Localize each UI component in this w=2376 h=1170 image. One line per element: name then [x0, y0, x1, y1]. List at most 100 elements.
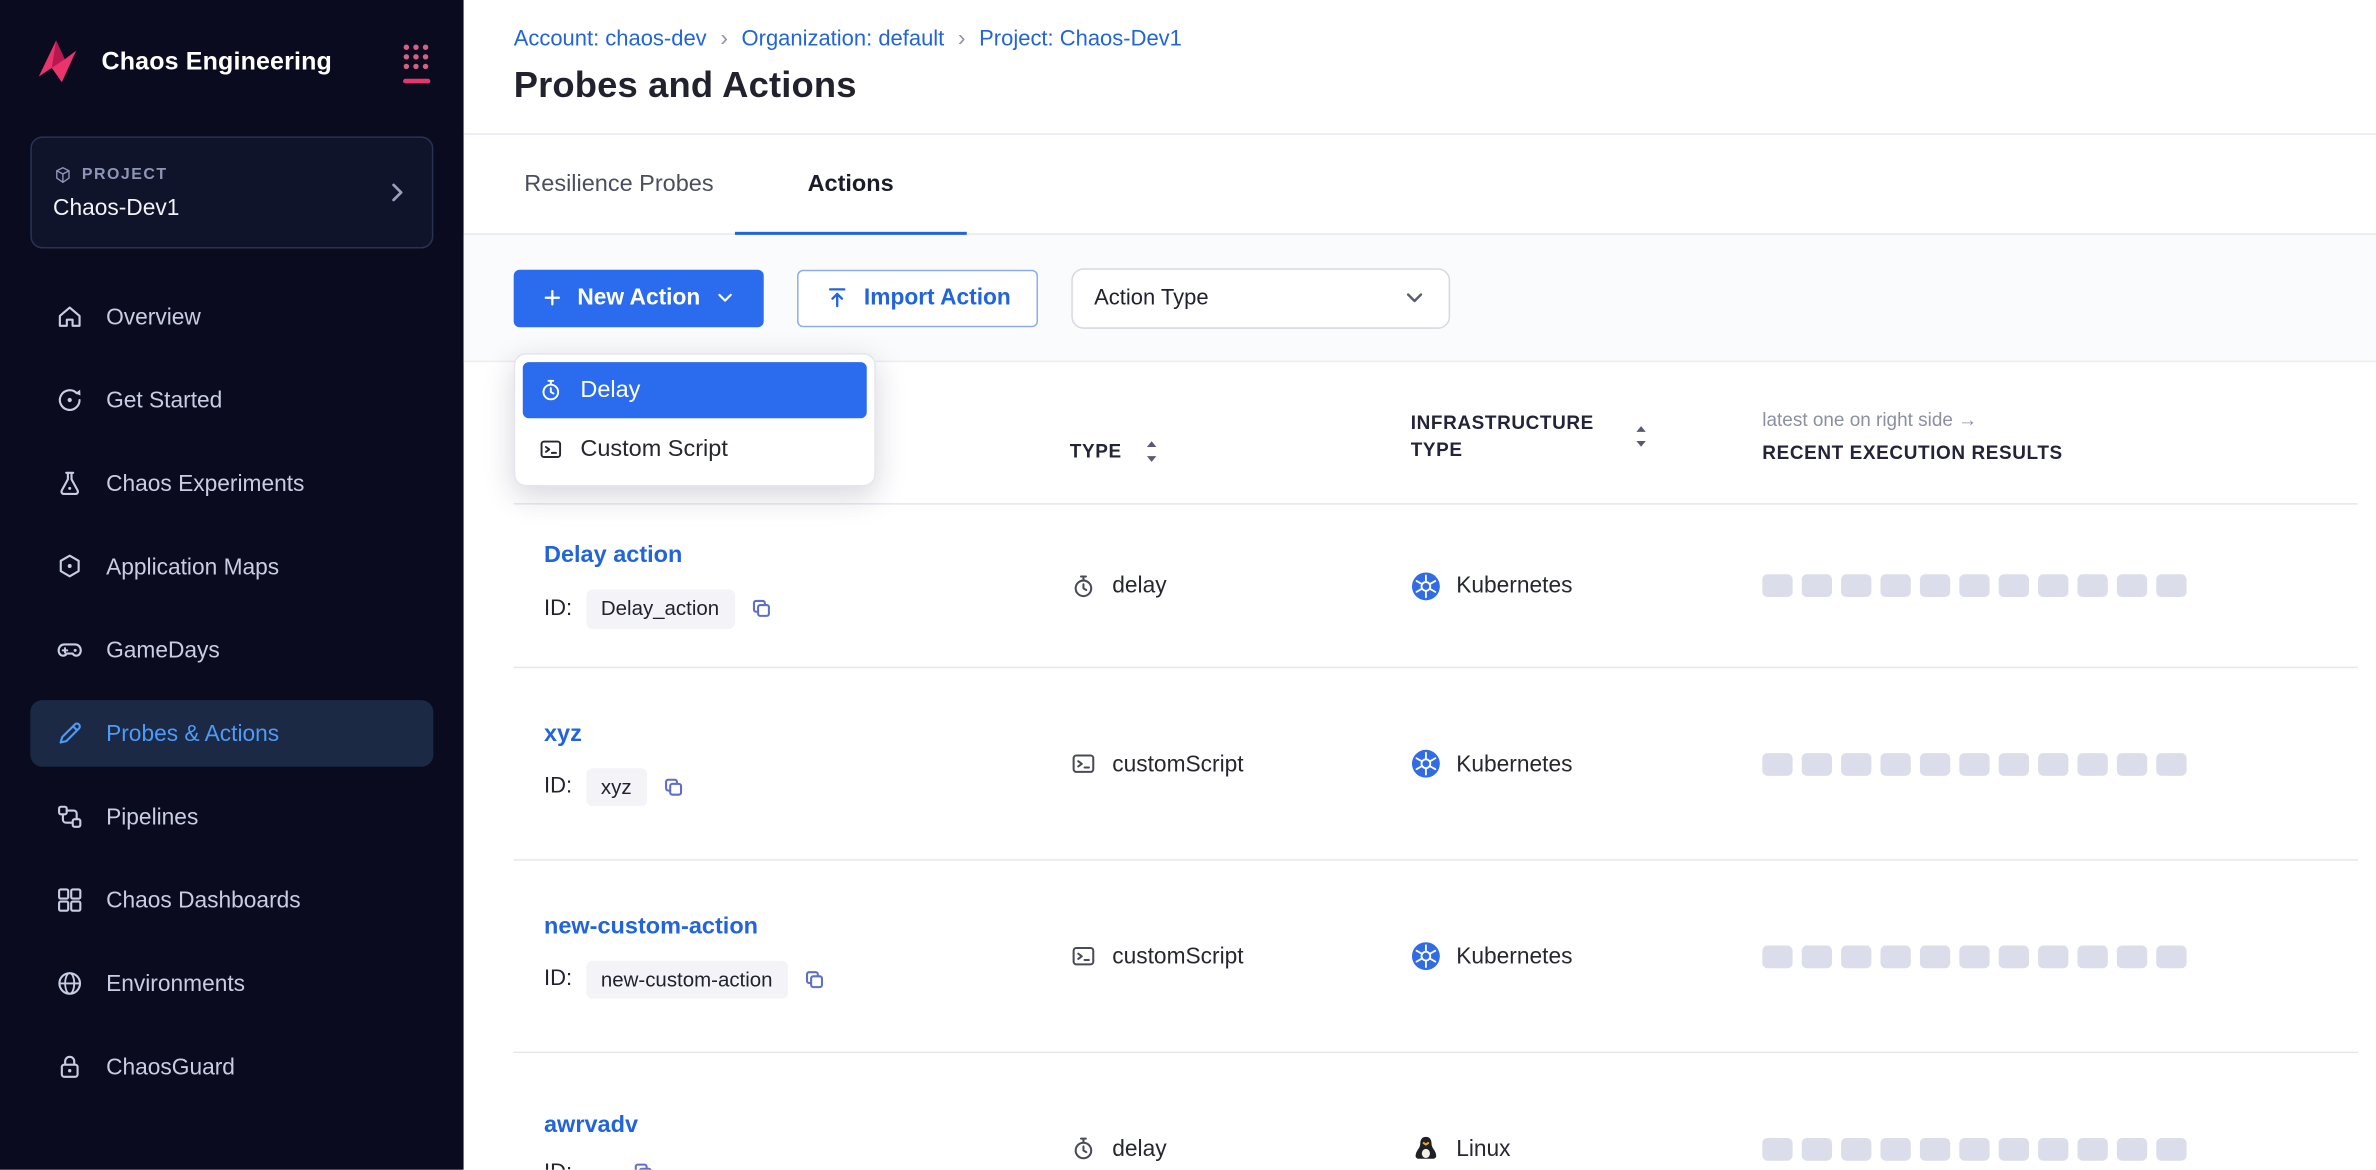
action-id-chip: new-custom-action: [586, 960, 788, 999]
sidebar-item-get-started[interactable]: Get Started: [30, 367, 433, 434]
upload-icon: [825, 285, 851, 311]
sidebar-item-pipelines[interactable]: Pipelines: [30, 783, 433, 850]
sidebar-item-label: Environments: [106, 971, 245, 997]
execution-result-placeholder: [2077, 945, 2107, 968]
action-name-cell: xyz ID: xyz: [514, 721, 1070, 807]
execution-result-placeholder: [1762, 574, 1792, 597]
execution-result-placeholder: [1762, 945, 1792, 968]
action-name-link[interactable]: awrvadv: [544, 1112, 1070, 1139]
execution-result-placeholder: [1762, 752, 1792, 775]
main-content: Account: chaos-dev › Organization: defau…: [464, 0, 2376, 1170]
sidebar-item-chaos-dashboards[interactable]: Chaos Dashboards: [30, 867, 433, 934]
execution-result-placeholder: [2156, 574, 2186, 597]
recent-execution-results: [1762, 574, 2358, 597]
sidebar-item-label: Get Started: [106, 387, 222, 413]
execution-result-placeholder: [1999, 574, 2029, 597]
sort-icon[interactable]: [1144, 439, 1159, 463]
execution-result-placeholder: [1880, 752, 1910, 775]
stopwatch-icon: [538, 377, 564, 403]
sidebar-item-probes-and-actions[interactable]: Probes & Actions: [30, 700, 433, 767]
execution-result-placeholder: [1762, 1137, 1792, 1160]
execution-result-placeholder: [1880, 574, 1910, 597]
breadcrumb-account-link[interactable]: Account: chaos-dev: [514, 27, 707, 51]
sidebar-item-overview[interactable]: Overview: [30, 283, 433, 350]
dashboard-grid-icon: [55, 885, 85, 915]
plus-icon: [541, 286, 564, 309]
copy-icon[interactable]: [630, 1159, 656, 1170]
sidebar-item-application-maps[interactable]: Application Maps: [30, 533, 433, 600]
recent-execution-results: [1762, 945, 2358, 968]
execution-result-placeholder: [1959, 1137, 1989, 1160]
sidebar-item-gamedays[interactable]: GameDays: [30, 617, 433, 684]
sidebar-item-environments[interactable]: Environments: [30, 950, 433, 1017]
copy-icon[interactable]: [748, 596, 774, 622]
breadcrumb: Account: chaos-dev › Organization: defau…: [514, 26, 2376, 52]
sort-icon[interactable]: [1634, 424, 1649, 448]
chevron-right-icon: [383, 179, 410, 206]
action-name-link[interactable]: xyz: [544, 721, 1070, 748]
globe-icon: [55, 968, 85, 998]
infrastructure-value: Kubernetes: [1456, 573, 1572, 599]
infrastructure-value: Kubernetes: [1456, 751, 1572, 777]
get-started-icon: [55, 385, 85, 415]
execution-result-placeholder: [1802, 574, 1832, 597]
execution-result-placeholder: [1841, 1137, 1871, 1160]
action-name-link[interactable]: new-custom-action: [544, 913, 1070, 940]
sidebar-item-label: Overview: [106, 304, 201, 330]
project-selector[interactable]: PROJECT Chaos-Dev1: [30, 136, 433, 248]
stopwatch-icon: [1070, 572, 1097, 599]
infrastructure-value: Kubernetes: [1456, 943, 1572, 969]
action-type-value: customScript: [1112, 943, 1243, 969]
import-action-button[interactable]: Import Action: [797, 269, 1038, 327]
breadcrumb-organization-link[interactable]: Organization: default: [742, 27, 945, 51]
copy-icon[interactable]: [660, 774, 686, 800]
module-active-indicator: [402, 78, 429, 83]
copy-icon[interactable]: [801, 967, 827, 993]
execution-result-placeholder: [2117, 1137, 2147, 1160]
action-type-value: delay: [1112, 573, 1166, 599]
sidebar-item-chaosguard[interactable]: ChaosGuard: [30, 1033, 433, 1100]
menu-item-custom-script[interactable]: Custom Script: [523, 421, 867, 477]
breadcrumb-project-link[interactable]: Project: Chaos-Dev1: [979, 27, 1182, 51]
tab-resilience-probes[interactable]: Resilience Probes: [515, 135, 723, 233]
recent-execution-results: [1762, 1137, 2358, 1160]
sidebar-item-label: Probes & Actions: [106, 721, 279, 747]
execution-result-placeholder: [2077, 574, 2107, 597]
id-label: ID:: [544, 597, 572, 621]
sidebar-item-chaos-experiments[interactable]: Chaos Experiments: [30, 450, 433, 517]
hexagon-icon: [55, 552, 85, 582]
execution-result-placeholder: [2038, 945, 2068, 968]
sidebar: Chaos Engineering PROJECT: [0, 0, 464, 1170]
table-row: Delay action ID: Delay_action delay: [514, 505, 2358, 669]
new-action-button[interactable]: New Action: [514, 269, 764, 327]
page-header: Account: chaos-dev › Organization: defau…: [464, 0, 2376, 135]
kubernetes-icon: [1411, 571, 1441, 601]
execution-result-placeholder: [1841, 574, 1871, 597]
chevron-down-icon: [714, 286, 737, 309]
menu-item-label: Delay: [580, 377, 640, 404]
column-header-type: TYPE: [1070, 439, 1411, 463]
module-grid-icon[interactable]: [402, 42, 431, 83]
new-action-dropdown-menu: Delay Custom Script: [514, 353, 876, 486]
tab-actions[interactable]: Actions: [735, 135, 967, 233]
breadcrumb-separator: ›: [720, 26, 728, 52]
column-header-label: INFRASTRUCTURE TYPE: [1411, 409, 1611, 464]
action-name-cell: new-custom-action ID: new-custom-action: [514, 913, 1070, 999]
action-type-filter[interactable]: Action Type: [1071, 267, 1450, 328]
toolbar: New Action Import Action Action Type: [464, 235, 2376, 362]
sidebar-item-label: Chaos Dashboards: [106, 887, 301, 913]
action-name-cell: awrvadv ID:: [514, 1112, 1070, 1170]
action-type-filter-value: Action Type: [1094, 286, 1208, 310]
action-name-cell: Delay action ID: Delay_action: [514, 543, 1070, 629]
sidebar-nav: Overview Get Started Chaos Experiments: [0, 283, 464, 1100]
execution-result-placeholder: [1999, 752, 2029, 775]
recent-executions-hint: latest one on right side →: [1762, 409, 2358, 430]
id-label: ID:: [544, 775, 572, 799]
execution-result-placeholder: [1920, 1137, 1950, 1160]
execution-result-placeholder: [1841, 945, 1871, 968]
action-name-link[interactable]: Delay action: [544, 543, 1070, 570]
execution-result-placeholder: [1920, 752, 1950, 775]
execution-result-placeholder: [1802, 945, 1832, 968]
menu-item-delay[interactable]: Delay: [523, 362, 867, 418]
execution-result-placeholder: [1880, 945, 1910, 968]
